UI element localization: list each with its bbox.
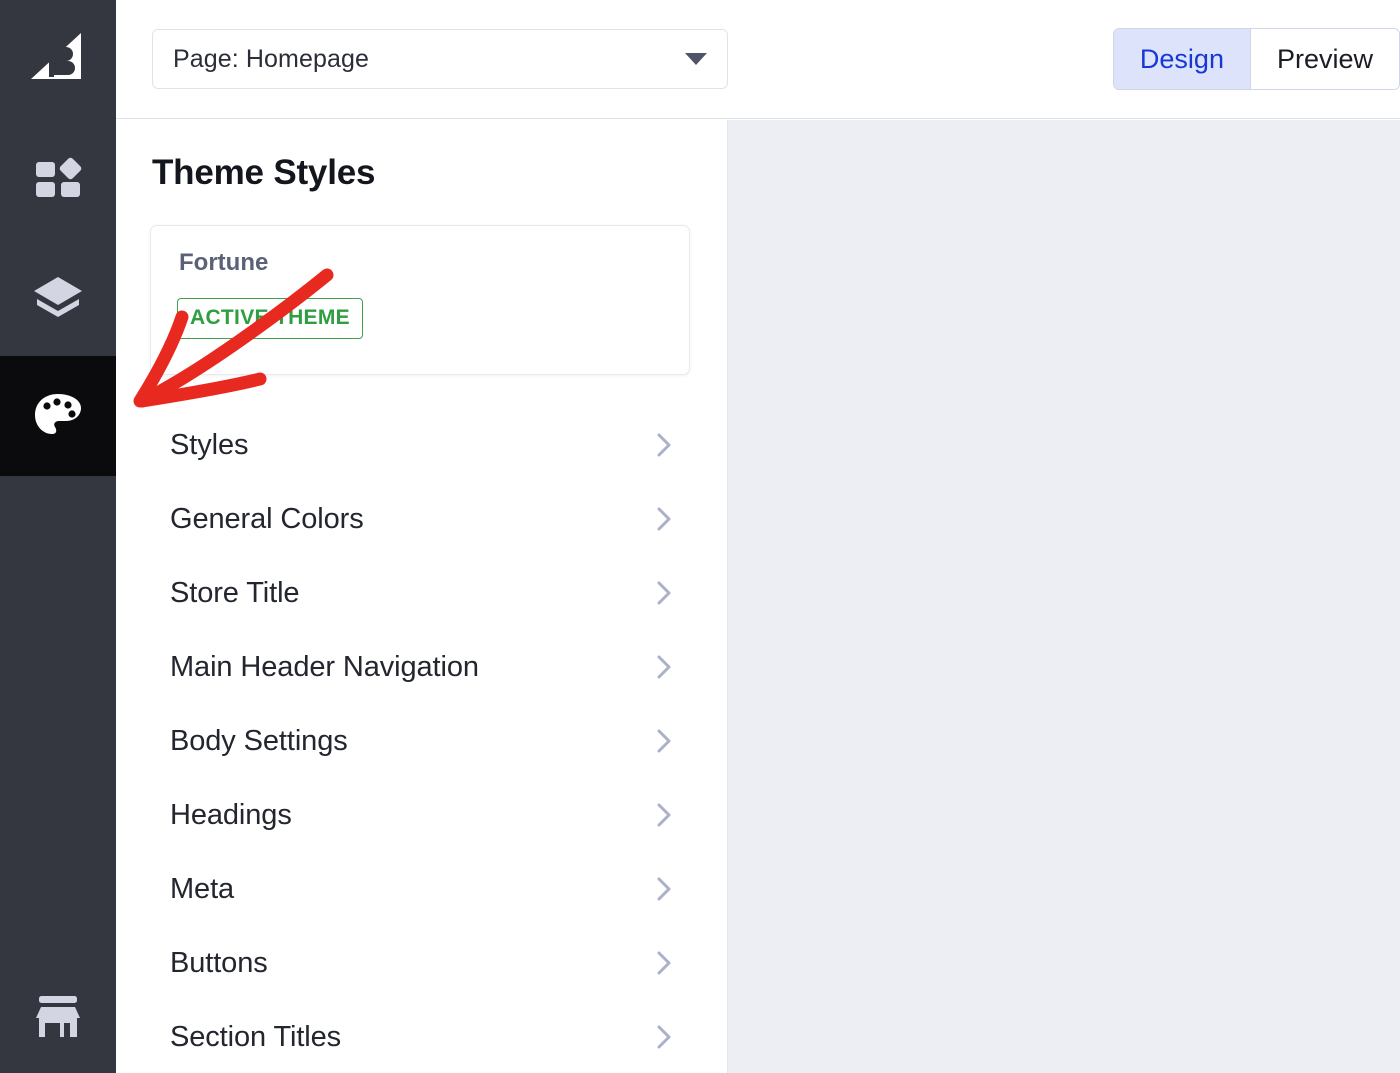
view-mode-toggle: Design Preview — [1112, 28, 1400, 90]
menu-item-body-settings[interactable]: Body Settings — [116, 704, 727, 778]
menu-item-general-colors[interactable]: General Colors — [116, 482, 727, 556]
status-badge: ACTIVE THEME — [177, 298, 363, 339]
menu-item-buttons[interactable]: Buttons — [116, 926, 727, 1000]
menu-item-store-title[interactable]: Store Title — [116, 556, 727, 630]
sidebar-item-widgets[interactable] — [0, 116, 116, 236]
widgets-icon — [30, 148, 86, 204]
menu-item-main-header-navigation[interactable]: Main Header Navigation — [116, 630, 727, 704]
menu-item-label: Headings — [170, 798, 292, 831]
chevron-down-icon — [685, 53, 707, 65]
page-title: Theme Styles — [152, 153, 376, 192]
chevron-right-icon — [656, 950, 672, 976]
sidebar-item-theme-styles[interactable] — [0, 356, 116, 476]
menu-item-label: Buttons — [170, 946, 268, 979]
active-theme-card[interactable]: Fortune ACTIVE THEME — [150, 225, 690, 375]
sidebar-item-storefront[interactable] — [0, 963, 116, 1073]
tab-preview[interactable]: Preview — [1250, 29, 1399, 89]
menu-item-label: Main Header Navigation — [170, 650, 479, 683]
chevron-right-icon — [656, 1024, 672, 1050]
page-select[interactable]: Page: Homepage — [152, 29, 728, 89]
chevron-right-icon — [656, 432, 672, 458]
chevron-right-icon — [656, 580, 672, 606]
tab-design-label: Design — [1139, 43, 1224, 74]
menu-item-label: Styles — [170, 428, 249, 461]
menu-item-headings[interactable]: Headings — [116, 778, 727, 852]
theme-styles-panel: Theme Styles Fortune ACTIVE THEME Styles… — [116, 120, 728, 1073]
theme-settings-menu: Styles General Colors Store Title Main H… — [116, 408, 727, 1073]
left-icon-rail — [0, 0, 116, 1073]
chevron-right-icon — [656, 506, 672, 532]
tab-design[interactable]: Design — [1113, 29, 1251, 89]
theme-editor-app: Page: Homepage Design Preview PALOMA DES… — [0, 0, 1400, 1073]
chevron-right-icon — [656, 876, 672, 902]
tab-preview-label: Preview — [1276, 43, 1373, 74]
page-select-value: Page: Homepage — [173, 44, 369, 73]
storefront-icon — [30, 992, 86, 1044]
menu-item-section-titles[interactable]: Section Titles — [116, 1000, 727, 1073]
preview-background: PALOMA DESIGNS THE TASK LAMP — [728, 120, 1400, 1073]
menu-item-styles[interactable]: Styles — [116, 408, 727, 482]
chevron-right-icon — [656, 654, 672, 680]
menu-item-label: Section Titles — [170, 1020, 342, 1053]
menu-item-label: Store Title — [170, 576, 300, 609]
menu-item-label: General Colors — [170, 502, 364, 535]
sidebar-item-layers[interactable] — [0, 236, 116, 356]
layers-icon — [30, 268, 86, 324]
bigcommerce-logo[interactable] — [0, 0, 116, 116]
theme-name: Fortune — [179, 249, 269, 276]
menu-item-label: Meta — [170, 872, 235, 905]
chevron-right-icon — [656, 802, 672, 828]
palette-icon — [30, 388, 86, 444]
menu-item-meta[interactable]: Meta — [116, 852, 727, 926]
top-toolbar: Page: Homepage Design Preview — [116, 0, 1400, 119]
chevron-right-icon — [656, 728, 672, 754]
menu-item-label: Body Settings — [170, 724, 348, 757]
